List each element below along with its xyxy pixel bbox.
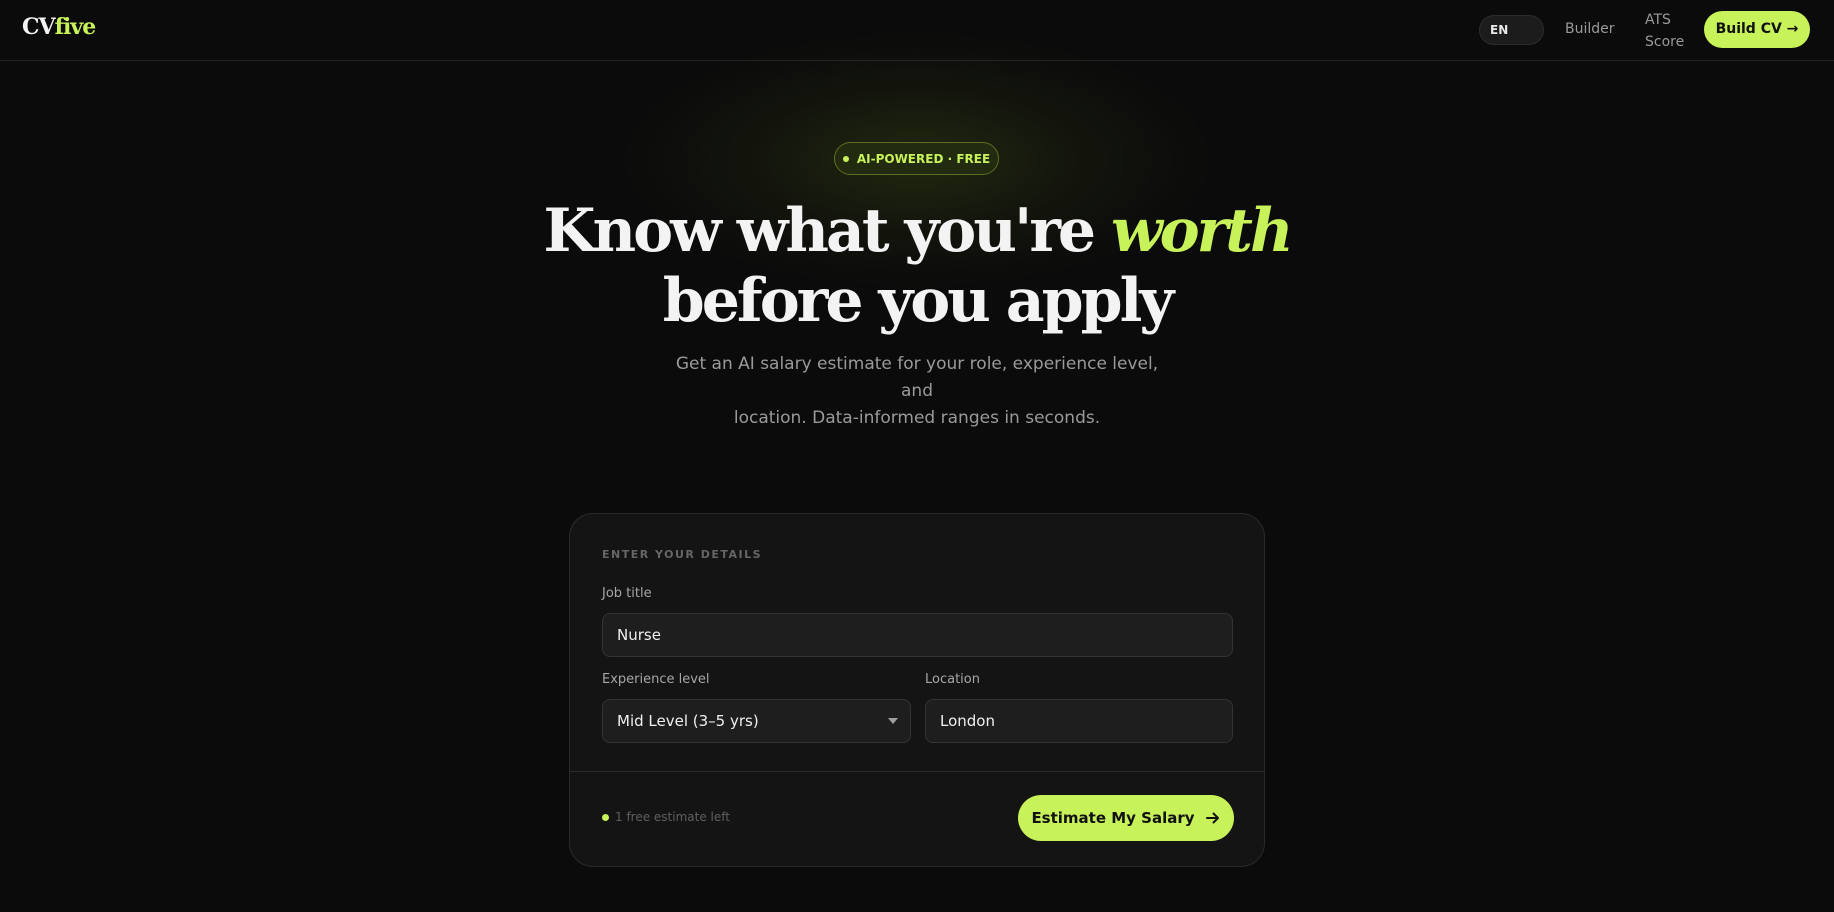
nav-ats-line2: Score bbox=[1645, 34, 1685, 50]
badge-dot-icon bbox=[842, 155, 849, 162]
hero-subtitle-line2: location. Data-informed ranges in second… bbox=[733, 408, 1101, 428]
logo[interactable]: CVfive bbox=[22, 14, 97, 40]
experience-level-label: Experience level bbox=[602, 672, 710, 687]
language-selector[interactable]: EN bbox=[1479, 15, 1544, 45]
nav-link-builder[interactable]: Builder bbox=[1565, 21, 1615, 37]
hero-heading: Know what you're worth before you apply bbox=[417, 196, 1417, 336]
estimate-salary-label: Estimate My Salary bbox=[1031, 809, 1195, 827]
hero-heading-accent: worth bbox=[1111, 196, 1294, 266]
status-dot-icon bbox=[602, 813, 609, 821]
hero-subtitle-line1: Get an AI salary estimate for your role,… bbox=[675, 354, 1159, 401]
top-navigation-bar: CVfive EN Builder ATS Score Build CV → bbox=[0, 0, 1834, 61]
location-input[interactable]: London bbox=[925, 699, 1233, 743]
badge-text: AI-POWERED · FREE bbox=[856, 151, 991, 166]
logo-text-five: five bbox=[54, 14, 97, 40]
hero-heading-line2: before you apply bbox=[662, 266, 1174, 336]
hero-heading-text1: Know what you're bbox=[543, 196, 1096, 266]
chevron-down-icon bbox=[888, 718, 898, 724]
job-title-input[interactable]: Nurse bbox=[602, 613, 1233, 657]
free-estimate-note: 1 free estimate left bbox=[602, 810, 730, 824]
nav-ats-line1: ATS bbox=[1645, 12, 1671, 28]
card-divider bbox=[570, 771, 1264, 772]
arrow-right-icon bbox=[1205, 812, 1219, 824]
logo-text-cv: CV bbox=[22, 14, 56, 40]
form-section-label: ENTER YOUR DETAILS bbox=[602, 548, 763, 561]
hero-subtitle: Get an AI salary estimate for your role,… bbox=[667, 351, 1167, 432]
experience-level-value: Mid Level (3–5 yrs) bbox=[617, 712, 759, 730]
experience-level-select[interactable]: Mid Level (3–5 yrs) bbox=[602, 699, 911, 743]
free-estimate-text: 1 free estimate left bbox=[615, 810, 730, 824]
salary-form-card: ENTER YOUR DETAILS Job title Nurse Exper… bbox=[569, 513, 1265, 867]
hero-heading-line1: Know what you're worth bbox=[417, 196, 1417, 266]
job-title-label: Job title bbox=[602, 586, 652, 601]
nav-link-ats-score[interactable]: ATS Score bbox=[1645, 9, 1695, 53]
build-cv-button[interactable]: Build CV → bbox=[1704, 11, 1810, 48]
location-label: Location bbox=[925, 672, 980, 687]
ai-powered-badge: AI-POWERED · FREE bbox=[834, 142, 999, 175]
estimate-salary-button[interactable]: Estimate My Salary bbox=[1018, 795, 1234, 841]
